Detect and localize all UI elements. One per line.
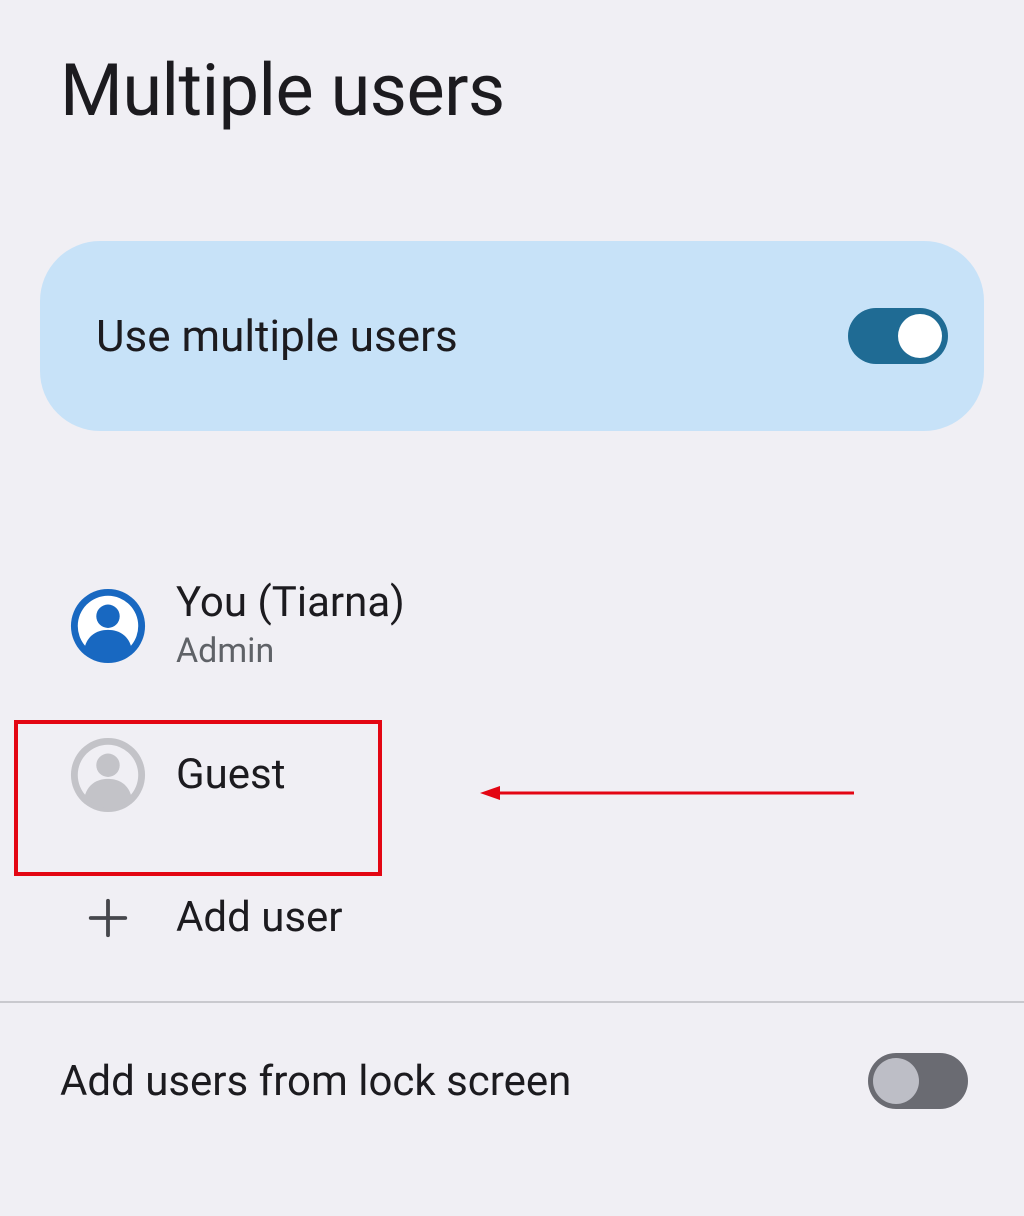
use-multiple-users-label: Use multiple users bbox=[96, 310, 458, 362]
user-avatar-icon bbox=[68, 586, 148, 666]
add-users-lock-screen-row[interactable]: Add users from lock screen bbox=[0, 1003, 1024, 1109]
toggle-thumb-icon bbox=[873, 1058, 919, 1104]
add-user-label: Add user bbox=[176, 896, 343, 940]
use-multiple-users-toggle[interactable] bbox=[848, 308, 948, 364]
toggle-thumb-icon bbox=[898, 314, 942, 358]
guest-user-row[interactable]: Guest bbox=[0, 691, 1024, 859]
settings-screen: Multiple users Use multiple users You (T… bbox=[0, 0, 1024, 1216]
add-users-lock-screen-toggle[interactable] bbox=[868, 1053, 968, 1109]
add-users-lock-screen-label: Add users from lock screen bbox=[60, 1057, 571, 1106]
add-user-row[interactable]: Add user bbox=[0, 859, 1024, 979]
use-multiple-users-card[interactable]: Use multiple users bbox=[40, 241, 984, 431]
page-title: Multiple users bbox=[0, 0, 1024, 133]
user-list: You (Tiarna) Admin Guest bbox=[0, 561, 1024, 979]
current-user-subtitle: Admin bbox=[176, 631, 405, 671]
plus-icon bbox=[68, 878, 148, 958]
guest-user-name: Guest bbox=[176, 753, 285, 797]
current-user-name: You (Tiarna) bbox=[176, 581, 405, 625]
guest-avatar-icon bbox=[68, 735, 148, 815]
current-user-row[interactable]: You (Tiarna) Admin bbox=[0, 561, 1024, 691]
